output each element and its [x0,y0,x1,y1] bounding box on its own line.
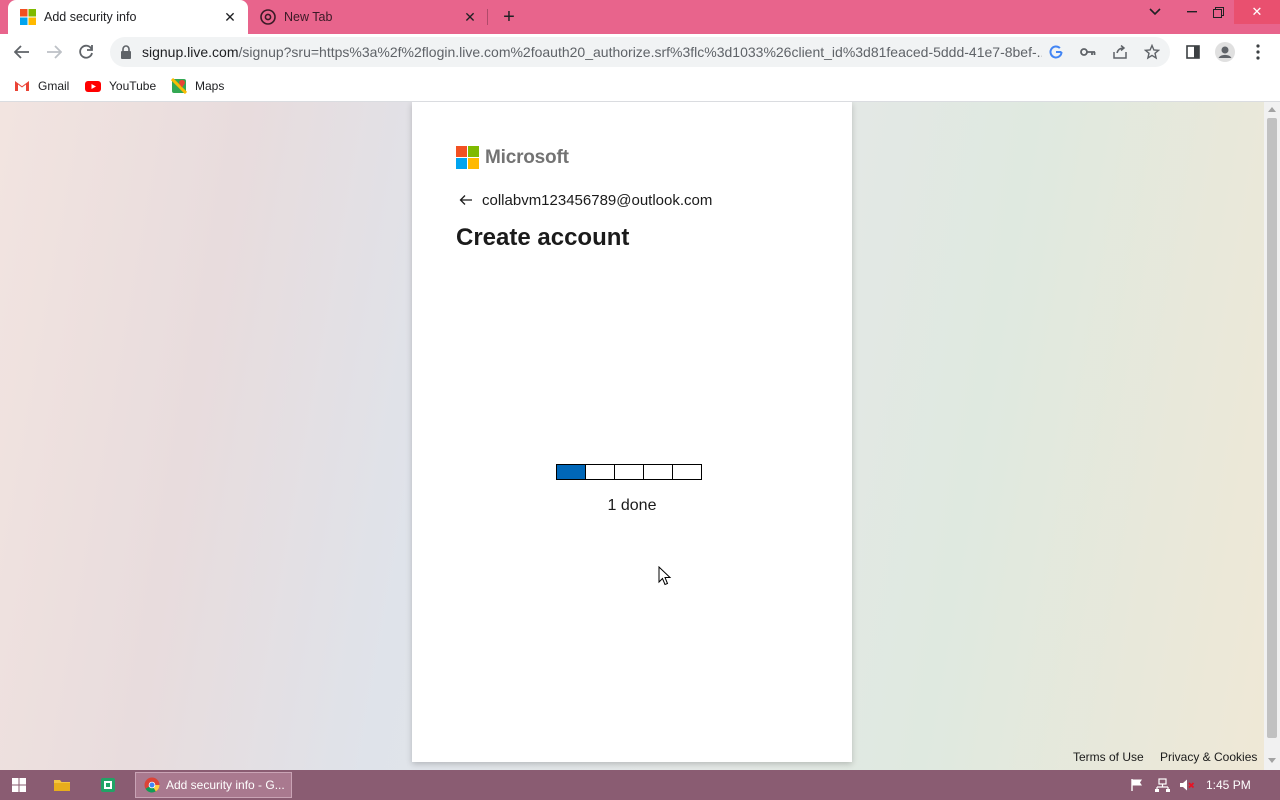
browser-toolbar: signup.live.com/signup?sru=https%3a%2f%2… [0,34,1280,70]
bookmark-label: YouTube [109,79,157,93]
file-explorer-button[interactable] [50,774,74,796]
taskbar-chrome-label: Add security info - G... [166,778,285,792]
address-bar[interactable]: signup.live.com/signup?sru=https%3a%2f%2… [110,37,1170,67]
side-panel-icon[interactable] [1183,42,1203,62]
privacy-cookies-link[interactable]: Privacy & Cookies [1160,750,1257,764]
network-icon[interactable] [1152,774,1172,796]
url-path: /signup?sru=https%3a%2f%2flogin.live.com… [238,44,1043,60]
microsoft-favicon-icon [20,9,36,25]
progress-segment-pending [643,464,673,480]
bookmark-label: Gmail [38,79,70,93]
progress-segment-done [556,464,586,480]
page-title: Create account [456,224,630,251]
scroll-thumb[interactable] [1267,118,1277,738]
lock-icon[interactable] [120,45,132,59]
close-window-button[interactable]: ✕ [1234,0,1280,24]
mouse-cursor-icon [658,566,672,586]
bookmark-star-icon[interactable] [1144,44,1160,60]
page-background: Microsoft collabvm123456789@outlook.com … [0,102,1264,770]
gmail-icon [14,78,30,94]
tab-separator [487,9,488,25]
reload-button[interactable] [74,40,98,64]
bookmark-maps[interactable]: Maps [170,76,225,96]
key-icon[interactable] [1080,44,1096,60]
scroll-down-arrow-icon[interactable] [1268,758,1276,763]
brand-name: Microsoft [485,146,569,168]
bookmark-youtube[interactable]: YouTube [85,76,156,96]
tab-search-icon[interactable] [1139,0,1171,24]
progress-label: 1 done [607,497,657,514]
tab-title: New Tab [284,10,333,24]
tab-new-tab[interactable]: New Tab ✕ [248,0,488,34]
identity-email: collabvm123456789@outlook.com [482,191,713,209]
chrome-favicon-icon [260,9,276,25]
green-app-icon [101,778,115,792]
taskbar-chrome-button[interactable]: Add security info - G... [135,772,292,798]
volume-muted-icon[interactable] [1177,774,1197,796]
app-button[interactable] [96,774,120,796]
tab-close-icon[interactable]: ✕ [460,7,480,27]
page-scrollbar[interactable] [1264,102,1280,770]
bookmark-label: Maps [195,79,225,93]
youtube-icon [85,78,101,94]
folder-icon [54,780,70,791]
bookmarks-bar: Gmail YouTube Maps [0,70,1280,102]
share-icon[interactable] [1112,44,1128,60]
identity-banner[interactable]: collabvm123456789@outlook.com [456,190,712,210]
progress-indicator [556,464,702,480]
restore-button[interactable] [1202,0,1234,24]
progress-segment-pending [614,464,644,480]
menu-kebab-icon[interactable] [1248,42,1268,62]
progress-segment-pending [672,464,702,480]
tab-add-security-info[interactable]: Add security info ✕ [8,0,248,34]
scroll-up-arrow-icon[interactable] [1268,107,1276,112]
tab-title: Add security info [44,10,137,24]
url-host: signup.live.com [142,44,239,60]
back-button[interactable] [10,40,34,64]
forward-button[interactable] [42,40,66,64]
signup-card: Microsoft collabvm123456789@outlook.com … [412,102,852,762]
windows-taskbar: Add security info - G... 1:45 PM [0,770,1280,800]
profile-avatar-icon[interactable] [1215,42,1235,62]
taskbar-clock: 1:45 PM [1206,778,1251,792]
terms-of-use-link[interactable]: Terms of Use [1073,750,1144,764]
bookmark-gmail[interactable]: Gmail [14,76,69,96]
windows-logo-icon [12,778,26,792]
start-button[interactable] [8,774,30,796]
microsoft-logo-icon [456,146,479,169]
flag-icon[interactable] [1128,774,1146,796]
progress-segment-pending [585,464,615,480]
back-arrow-icon[interactable] [456,190,476,210]
google-translate-icon[interactable] [1048,44,1064,60]
new-tab-button[interactable]: + [498,6,520,28]
maps-icon [170,77,188,95]
tab-strip: Add security info ✕ New Tab ✕ + ✕ [0,0,1280,34]
tab-close-icon[interactable]: ✕ [220,7,240,27]
chrome-icon [144,777,160,793]
url-text: signup.live.com/signup?sru=https%3a%2f%2… [142,44,1042,60]
microsoft-logo: Microsoft [456,146,569,169]
